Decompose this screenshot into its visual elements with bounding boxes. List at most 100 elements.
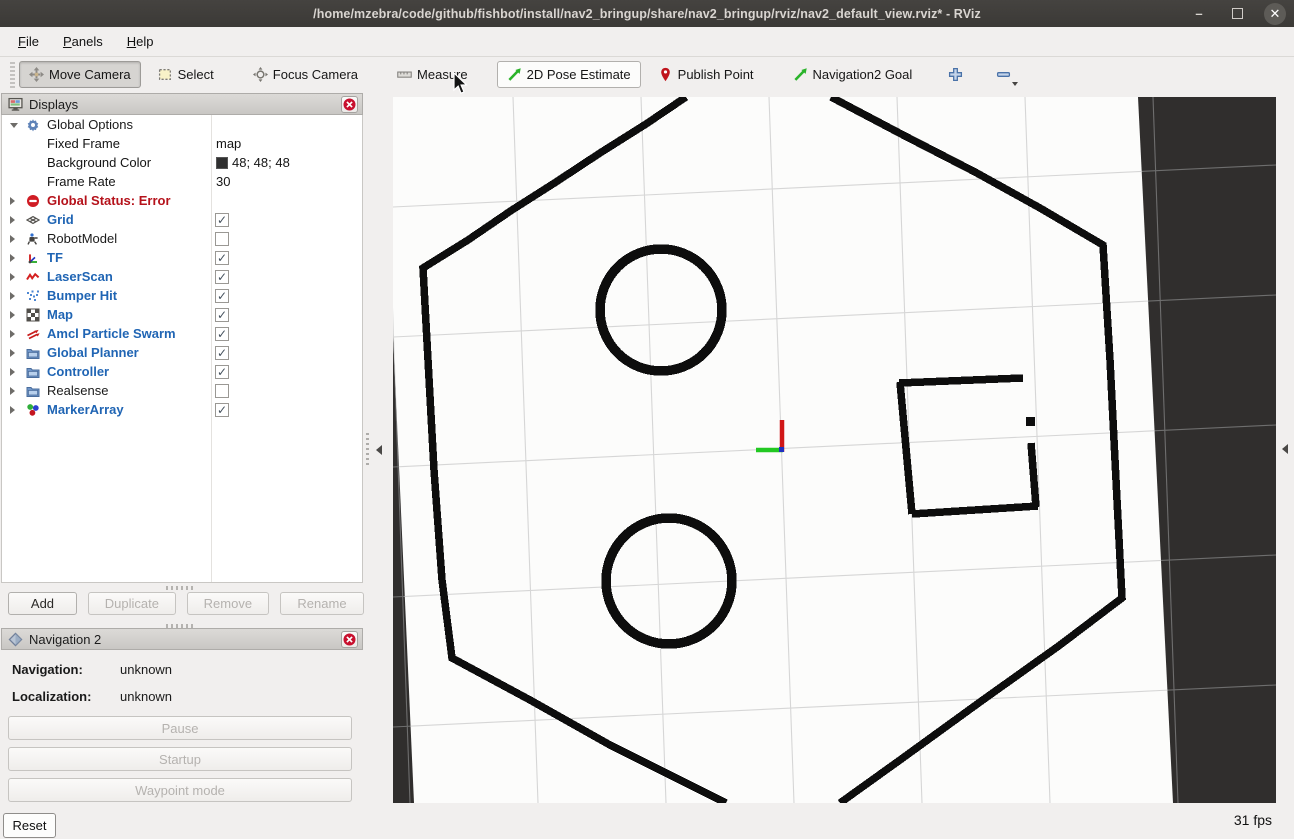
display-row-bumper-hit[interactable]: Bumper Hit✓ (2, 286, 362, 305)
collapse-arrow-icon[interactable] (10, 216, 15, 224)
display-row-realsense[interactable]: Realsense (2, 381, 362, 400)
enabled-checkbox[interactable]: ✓ (215, 308, 229, 322)
remove-button[interactable]: Remove (187, 592, 269, 615)
toolbar-button-label: Move Camera (49, 67, 131, 82)
duplicate-button[interactable]: Duplicate (88, 592, 176, 615)
focus-camera-icon (253, 67, 268, 82)
property-value-text: 30 (216, 174, 230, 189)
display-row-markerarray[interactable]: MarkerArray✓ (2, 400, 362, 419)
menu-help[interactable]: Help (117, 31, 164, 52)
enabled-checkbox[interactable]: ✓ (215, 251, 229, 265)
enabled-checkbox[interactable]: ✓ (215, 346, 229, 360)
display-row-laserscan[interactable]: LaserScan✓ (2, 267, 362, 286)
reset-button[interactable]: Reset (3, 813, 56, 838)
enabled-checkbox[interactable]: ✓ (215, 403, 229, 417)
property-row[interactable]: Frame Rate 30 (2, 172, 362, 191)
property-value[interactable]: 48; 48; 48 (216, 155, 290, 170)
collapse-arrow-icon[interactable] (10, 292, 15, 300)
displays-panel-title: Displays (29, 97, 78, 112)
display-name: Controller (47, 364, 109, 379)
select-button[interactable]: Select (148, 61, 224, 88)
pause-button[interactable]: Pause (8, 716, 352, 740)
collapse-arrow-icon[interactable] (10, 349, 15, 357)
status-label: Navigation: (12, 662, 120, 677)
display-row-grid[interactable]: Grid✓ (2, 210, 362, 229)
enabled-checkbox[interactable]: ✓ (215, 289, 229, 303)
menu-panels[interactable]: Panels (53, 31, 113, 52)
display-row-amcl-particle-swarm[interactable]: Amcl Particle Swarm ✓ (2, 324, 362, 343)
displays-panel-header[interactable]: Displays (1, 93, 363, 115)
pose-estimate-button[interactable]: 2D Pose Estimate (497, 61, 641, 88)
toolbar-grip[interactable] (10, 62, 15, 88)
toolbar-button-label: 2D Pose Estimate (527, 67, 631, 82)
display-row-robotmodel[interactable]: RobotModel (2, 229, 362, 248)
display-row-global-planner[interactable]: Global Planner✓ (2, 343, 362, 362)
display-name: Global Options (47, 117, 133, 132)
collapse-arrow-icon[interactable] (10, 406, 15, 414)
localization-status-row: Localization:unknown (12, 689, 172, 704)
minimize-button[interactable]: – (1188, 3, 1210, 25)
enabled-checkbox[interactable]: ✓ (215, 213, 229, 227)
rename-button[interactable]: Rename (280, 592, 364, 615)
display-row-map[interactable]: Map ✓ (2, 305, 362, 324)
robot-icon (26, 232, 40, 246)
collapse-arrow-icon[interactable] (10, 387, 15, 395)
enabled-checkbox[interactable] (215, 232, 229, 246)
splitter-dots[interactable] (166, 586, 196, 590)
color-swatch (216, 157, 228, 169)
maximize-button[interactable] (1226, 3, 1248, 25)
publish-point-button[interactable]: Publish Point (648, 61, 764, 88)
enabled-checkbox[interactable]: ✓ (215, 270, 229, 284)
collapse-arrow-icon[interactable] (10, 311, 15, 319)
plus-button[interactable] (941, 61, 970, 88)
dropdown-caret-icon[interactable] (1012, 82, 1018, 86)
amcl-icon (26, 327, 40, 341)
statusbar: Reset 31 fps (0, 806, 1294, 839)
nav2-close-button[interactable] (341, 631, 358, 648)
display-row-global-status-error[interactable]: Global Status: Error (2, 191, 362, 210)
property-name: Frame Rate (47, 174, 116, 189)
nav-goal-icon (793, 67, 808, 82)
mouse-cursor (452, 72, 472, 96)
display-row-controller[interactable]: Controller ✓ (2, 362, 362, 381)
collapse-arrow-icon[interactable] (10, 273, 15, 281)
property-value[interactable]: map (216, 136, 241, 151)
collapse-arrow-icon[interactable] (10, 368, 15, 376)
right-splitter-handle[interactable] (1282, 444, 1288, 454)
collapse-arrow-icon[interactable] (10, 235, 15, 243)
focus-camera-button[interactable]: Focus Camera (243, 61, 368, 88)
move-camera-button[interactable]: Move Camera (19, 61, 141, 88)
titlebar[interactable]: /home/mzebra/code/github/fishbot/install… (0, 0, 1294, 27)
collapse-arrow-icon[interactable] (10, 330, 15, 338)
displays-close-button[interactable] (341, 96, 358, 113)
nav2-panel-header[interactable]: Navigation 2 (1, 628, 363, 650)
close-button[interactable]: ✕ (1264, 3, 1286, 25)
grid-icon (26, 213, 40, 227)
waypoint-mode-button[interactable]: Waypoint mode (8, 778, 352, 802)
display-row-tf[interactable]: TF✓ (2, 248, 362, 267)
enabled-checkbox[interactable] (215, 384, 229, 398)
left-splitter-handle[interactable] (366, 433, 382, 455)
fps-counter: 31 fps (1234, 812, 1272, 828)
property-value[interactable]: 30 (216, 174, 230, 189)
nav-goal-button[interactable]: Navigation2 Goal (783, 61, 923, 88)
display-name: Map (47, 307, 73, 322)
navigation-status-row: Navigation:unknown (12, 662, 172, 677)
startup-button[interactable]: Startup (8, 747, 352, 771)
render-viewport[interactable] (393, 97, 1276, 803)
expand-arrow-icon[interactable] (10, 123, 18, 128)
minus-button[interactable] (989, 61, 1018, 88)
collapse-arrow-icon[interactable] (10, 254, 15, 262)
toolbar-button-label: Select (178, 67, 214, 82)
collapse-arrow-icon[interactable] (10, 197, 15, 205)
menu-file[interactable]: File (8, 31, 49, 52)
property-row[interactable]: Fixed Framemap (2, 134, 362, 153)
toolbar-button-label: Navigation2 Goal (813, 67, 913, 82)
property-row[interactable]: Background Color48; 48; 48 (2, 153, 362, 172)
enabled-checkbox[interactable]: ✓ (215, 365, 229, 379)
enabled-checkbox[interactable]: ✓ (215, 327, 229, 341)
add-button[interactable]: Add (8, 592, 77, 615)
display-row-global-options[interactable]: Global Options (2, 115, 362, 134)
pose-estimate-icon (507, 67, 522, 82)
display-name: Amcl Particle Swarm (47, 326, 176, 341)
